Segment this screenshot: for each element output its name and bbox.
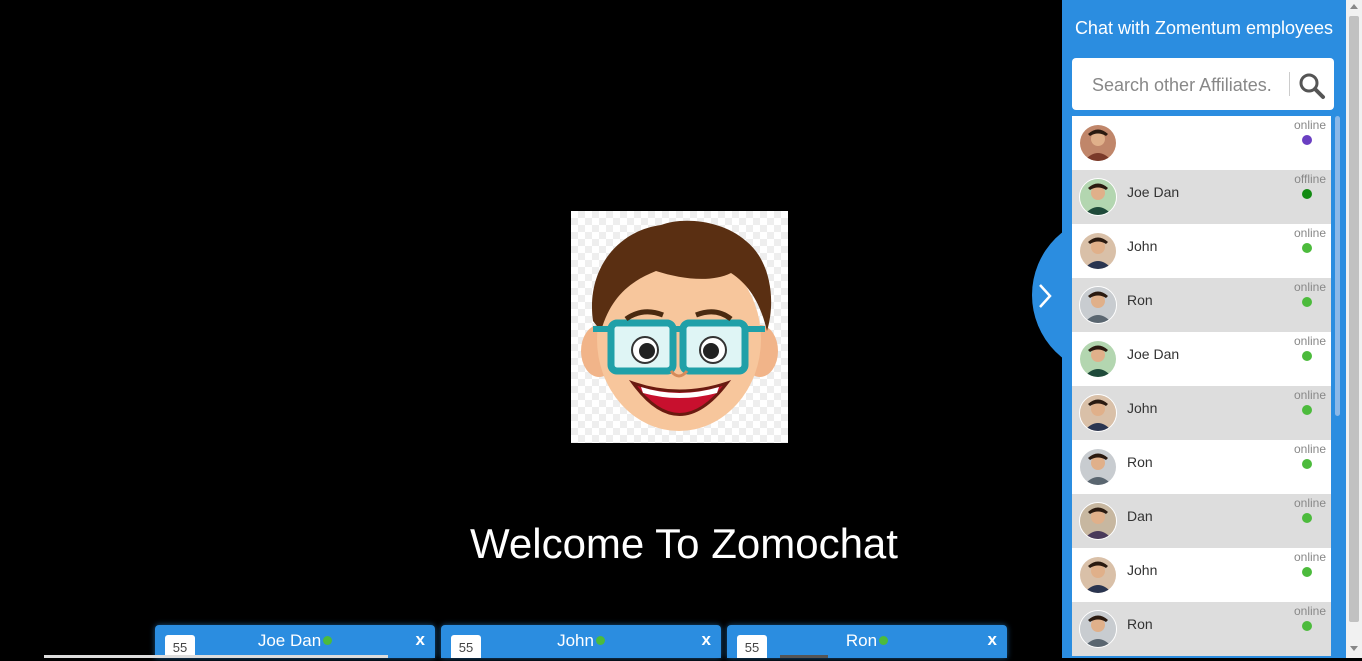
status-dot [1302,243,1312,253]
user-list-item[interactable]: Ron online [1072,440,1331,494]
user-list-item[interactable]: Joe Dan offline [1072,170,1331,224]
sidebar-title: Chat with Zomentum employees [1074,18,1334,38]
chat-tab-name: Ron [845,631,878,650]
main-stage: Welcome To Zomochat [0,0,1062,658]
user-list-scrollbar-thumb[interactable] [1335,116,1340,416]
search-input[interactable] [1090,71,1284,99]
avatar [1079,448,1117,486]
user-list-item[interactable]: online [1072,116,1331,170]
user-photo-icon [1080,341,1116,377]
user-name: Ron [1127,292,1153,308]
avatar [1079,178,1117,216]
user-photo-icon [1080,557,1116,593]
user-name: Joe Dan [1127,184,1180,200]
user-name: Ron [1127,454,1153,470]
status-dot [1302,405,1312,415]
chat-tab-title: Ron [727,631,1007,651]
avatar [1079,232,1117,270]
status-dot [1302,189,1312,199]
avatar [1079,502,1117,540]
user-list-scrollbar[interactable] [1335,116,1340,656]
chat-tab-title: Joe Dan [155,631,435,651]
page-scrollbar-thumb[interactable] [1349,16,1359,622]
search-icon[interactable] [1298,72,1326,100]
user-name: John [1127,238,1158,254]
status-dot [1302,567,1312,577]
user-list-item[interactable]: Dan online [1072,494,1331,548]
user-status-text: online [1293,388,1326,402]
avatar [1079,394,1117,432]
user-name: John [1127,400,1158,416]
chat-tab-name: Joe Dan [257,631,322,650]
chat-tab-ron[interactable]: 55 Ron x [727,625,1007,658]
online-status-dot [879,636,889,645]
status-dot [1302,621,1312,631]
user-photo-icon [1080,233,1116,269]
chat-tab-name: John [557,631,594,650]
page-scrollbar[interactable] [1346,0,1362,658]
user-photo-icon [1080,449,1116,485]
avatar [1079,124,1117,162]
search-box [1072,58,1334,110]
user-status-text: online [1293,550,1326,564]
close-chat-button[interactable]: x [416,630,425,650]
user-name: Joe Dan [1127,346,1180,362]
user-list-item[interactable]: John online [1072,224,1331,278]
close-chat-button[interactable]: x [702,630,711,650]
user-photo-icon [1080,503,1116,539]
user-status-text: online [1293,442,1326,456]
user-list-item[interactable]: Ron online [1072,278,1331,332]
user-status-text: online [1293,280,1326,294]
user-list-item[interactable]: Joe Dan online [1072,332,1331,386]
status-dot [1302,459,1312,469]
user-name: John [1127,562,1158,578]
chat-sidebar: Chat with Zomentum employees onlineJoe D… [1062,0,1346,658]
status-dot [1302,513,1312,523]
status-dot [1302,297,1312,307]
status-dot [1302,351,1312,361]
online-status-dot [323,636,333,645]
user-list: online Joe Dan offline John online Ron online J… [1072,116,1331,658]
cartoon-face-icon [581,220,778,431]
user-name: Dan [1127,508,1153,524]
user-photo-icon [1080,125,1116,161]
chat-tab-title: John [441,631,721,651]
chat-tab-joe-dan[interactable]: 55 Joe Dan x [155,625,435,658]
close-chat-button[interactable]: x [988,630,997,650]
chat-tab-john[interactable]: 55 John x [441,625,721,658]
user-status-text: online [1293,226,1326,240]
user-photo-icon [1080,611,1116,647]
user-name: Ron [1127,616,1153,632]
user-status-text: offline [1294,172,1326,186]
welcome-heading: Welcome To Zomochat [470,520,898,567]
user-status-text: online [1293,334,1326,348]
user-list-item[interactable]: Ron online [1072,602,1331,656]
user-photo-icon [1080,287,1116,323]
user-status-text: online [1293,118,1326,132]
avatar [1079,610,1117,648]
user-photo-icon [1080,179,1116,215]
welcome-avatar-image [571,211,788,443]
user-status-text: online [1293,496,1326,510]
chevron-right-icon [1039,284,1052,308]
search-divider [1289,72,1290,96]
user-status-text: online [1293,604,1326,618]
user-photo-icon [1080,395,1116,431]
online-status-dot [595,636,605,645]
avatar [1079,340,1117,378]
scroll-up-arrow-icon[interactable] [1350,4,1358,9]
avatar [1079,286,1117,324]
status-dot [1302,135,1312,145]
avatar [1079,556,1117,594]
user-list-item[interactable]: John online [1072,386,1331,440]
scroll-down-arrow-icon[interactable] [1350,646,1358,651]
user-list-item[interactable]: John online [1072,548,1331,602]
